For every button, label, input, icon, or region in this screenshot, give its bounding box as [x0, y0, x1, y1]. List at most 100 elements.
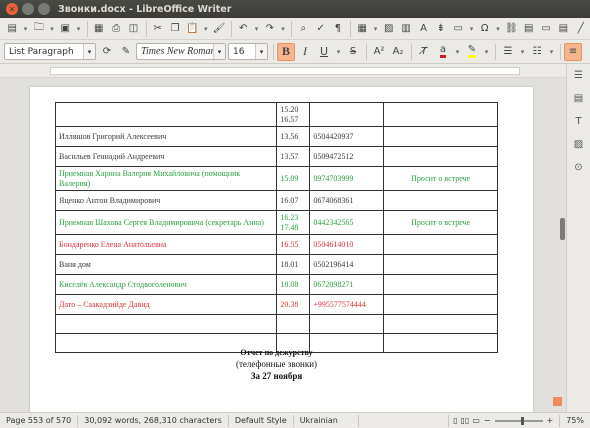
undo-dropdown-button[interactable]: ▾ [252, 20, 260, 38]
insert-table-button[interactable]: ▦ [354, 20, 370, 38]
numbering-button[interactable]: ☷ [528, 43, 546, 61]
align-left-button[interactable]: ≡ [564, 42, 582, 61]
field-dropdown-button[interactable]: ▾ [467, 20, 475, 38]
font-color-dropdown-button[interactable]: ▾ [453, 43, 462, 61]
cell-phone-number[interactable]: +995577574444 [309, 294, 385, 315]
underline-dropdown-button[interactable]: ▾ [334, 43, 343, 61]
cell-call-time[interactable]: 16.07 [276, 190, 311, 211]
chevron-down-icon[interactable]: ▾ [213, 44, 225, 59]
cell-caller-name[interactable]: Бондаренко Елена Анатольевна [54, 234, 278, 255]
cell-note[interactable]: Просит о встрече [383, 210, 498, 235]
export-pdf-button[interactable]: ▦ [91, 20, 107, 38]
cell-note[interactable] [383, 314, 498, 334]
insert-field-button[interactable]: ▭ [450, 20, 466, 38]
page-style[interactable]: Default Style [229, 414, 294, 427]
document-page[interactable]: 15.20 16.57 Илляшов Григорий Алексеевич 13.… [30, 87, 533, 412]
cell-phone-number[interactable]: 0672098271 [309, 274, 385, 295]
zoom-slider[interactable] [494, 416, 543, 425]
cell-call-time[interactable]: 13.57 [276, 146, 311, 167]
insert-image-button[interactable]: ▨ [381, 20, 397, 38]
cell-note[interactable] [383, 102, 498, 127]
cell-call-time[interactable]: 16.55 [276, 234, 311, 255]
hyperlink-button[interactable]: ⛓ [503, 20, 519, 38]
numbering-dropdown-button[interactable]: ▾ [547, 43, 556, 61]
chevron-down-icon[interactable]: ▾ [83, 44, 95, 59]
single-page-view-icon[interactable]: ▯ [453, 416, 457, 425]
cell-phone-number[interactable]: 0442342565 [309, 210, 385, 235]
copy-button[interactable]: ❐ [167, 20, 183, 38]
cell-note[interactable]: Просит о встрече [383, 166, 498, 191]
sidebar-properties-button[interactable]: ▤ [570, 91, 588, 105]
insert-page-break-button[interactable]: ⇟ [433, 20, 449, 38]
cell-call-time[interactable] [276, 314, 311, 334]
cell-caller-name[interactable]: Ваня дом [54, 254, 278, 275]
horizontal-ruler[interactable] [0, 64, 566, 78]
cell-phone-number[interactable] [309, 314, 385, 334]
calls-table[interactable]: 15.20 16.57 Илляшов Григорий Алексеевич 13.… [54, 102, 498, 353]
print-preview-button[interactable]: ◫ [125, 20, 141, 38]
cell-caller-name[interactable]: Васильев Геннадий Андреевич [54, 146, 278, 167]
zoom-out-icon[interactable]: − [484, 416, 491, 425]
spelling-button[interactable]: ✓ [312, 20, 328, 38]
insert-chart-button[interactable]: ▥ [398, 20, 414, 38]
cell-note[interactable] [383, 294, 498, 315]
font-name-combo[interactable]: Times New Roman ▾ [136, 43, 226, 60]
formatting-marks-button[interactable]: ¶ [330, 20, 346, 38]
open-button[interactable]: 🗀 [31, 20, 47, 38]
cell-call-time[interactable]: 15.20 16.57 [276, 102, 311, 127]
cell-note[interactable] [383, 190, 498, 211]
underline-button[interactable]: U [315, 43, 333, 61]
zoom-level[interactable]: 75% [559, 414, 590, 427]
track-changes-button[interactable]: ▤ [555, 20, 571, 38]
font-size-combo[interactable]: 16 ▾ [228, 43, 268, 60]
special-char-dropdown-button[interactable]: ▾ [494, 20, 502, 38]
cell-phone-number[interactable]: 0674068361 [309, 190, 385, 211]
insert-textbox-button[interactable]: A [415, 20, 431, 38]
cell-phone-number[interactable]: 0504614010 [309, 234, 385, 255]
sidebar-gallery-button[interactable]: ▨ [570, 137, 588, 151]
cell-caller-name[interactable]: Дато – Саакадзийде Давид [54, 294, 278, 315]
sidebar-navigator-button[interactable]: ⊙ [570, 160, 588, 174]
bold-button[interactable]: B [277, 42, 295, 61]
comment-button[interactable]: ▭ [538, 20, 554, 38]
cell-note[interactable] [383, 234, 498, 255]
cell-call-time[interactable]: 18.01 [276, 254, 311, 275]
cell-call-time[interactable]: 16.23 17.48 [276, 210, 311, 235]
save-button[interactable]: ▣ [57, 20, 73, 38]
new-style-button[interactable]: ✎ [117, 43, 135, 61]
new-dropdown-button[interactable]: ▾ [21, 20, 29, 38]
cell-note[interactable] [383, 274, 498, 295]
clear-formatting-button[interactable]: T̸ [415, 43, 433, 61]
minimize-window-button[interactable] [22, 3, 34, 15]
language[interactable]: Ukrainian [294, 414, 359, 427]
cut-button[interactable]: ✂ [150, 20, 166, 38]
new-document-button[interactable]: ▤ [4, 20, 20, 38]
special-character-button[interactable]: Ω [477, 20, 493, 38]
cell-caller-name[interactable]: Приемная Харина Валерия Михайловича (пом… [54, 166, 278, 191]
highlight-color-button[interactable]: ✎ [463, 43, 481, 61]
print-button[interactable]: ⎙ [108, 20, 124, 38]
maximize-window-button[interactable] [38, 3, 50, 15]
cell-caller-name[interactable]: Яценко Антон Владимирович [54, 190, 278, 211]
close-window-button[interactable]: ✕ [6, 3, 18, 15]
cell-phone-number[interactable]: 0502196414 [309, 254, 385, 275]
draw-shapes-button[interactable]: ╱ [573, 20, 589, 38]
bullets-dropdown-button[interactable]: ▾ [518, 43, 527, 61]
cell-caller-name[interactable]: Киселёв Александр Стодвоголенович [54, 274, 278, 295]
subscript-button[interactable]: A₂ [389, 43, 407, 61]
italic-button[interactable]: I [296, 43, 314, 61]
clone-formatting-button[interactable]: 🖌 [211, 20, 227, 38]
undo-button[interactable]: ↶ [235, 20, 251, 38]
paste-dropdown-button[interactable]: ▾ [202, 20, 210, 38]
cell-call-time[interactable]: 18.08 [276, 274, 311, 295]
cell-caller-name[interactable]: Илляшов Григорий Алексеевич [54, 126, 278, 147]
vertical-scrollbar-thumb[interactable] [560, 218, 565, 240]
footnote-button[interactable]: ▤ [520, 20, 536, 38]
book-view-icon[interactable]: ▭ [472, 416, 480, 425]
cell-note[interactable] [383, 126, 498, 147]
cell-note[interactable] [383, 146, 498, 167]
table-dropdown-button[interactable]: ▾ [371, 20, 379, 38]
redo-dropdown-button[interactable]: ▾ [279, 20, 287, 38]
cell-caller-name[interactable] [54, 102, 278, 127]
open-dropdown-button[interactable]: ▾ [48, 20, 56, 38]
